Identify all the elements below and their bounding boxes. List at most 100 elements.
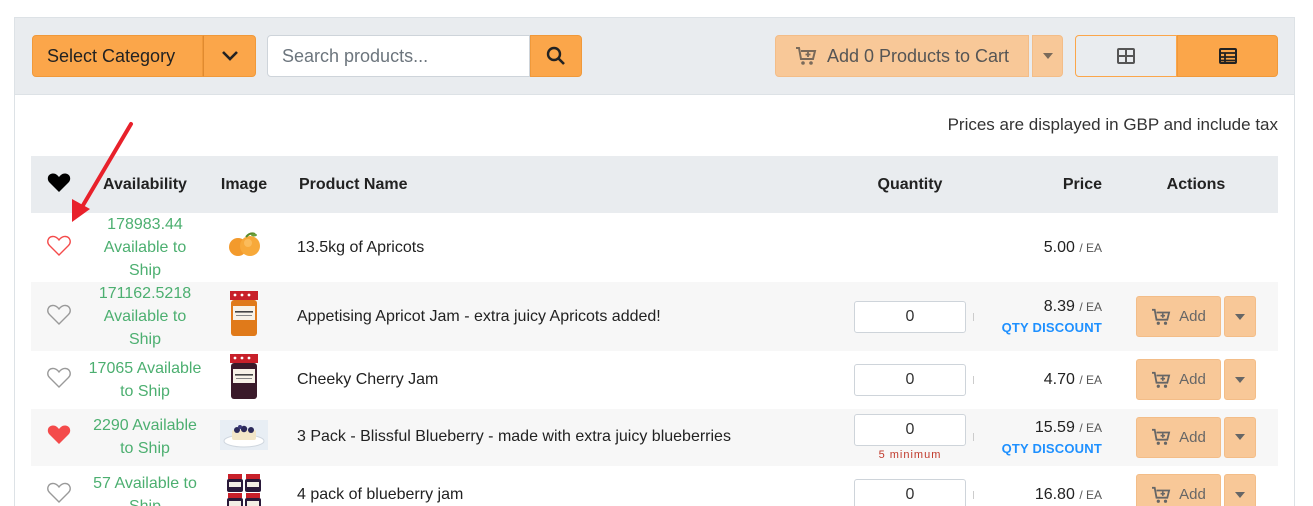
product-name[interactable]: 13.5kg of Apricots (285, 213, 842, 282)
product-name[interactable]: Appetising Apricot Jam - extra juicy Apr… (285, 282, 842, 351)
availability-cell: 178983.44 Available to Ship (87, 213, 203, 282)
add-options-dropdown[interactable] (1224, 359, 1256, 401)
add-products-to-cart-button[interactable]: Add 0 Products to Cart (775, 35, 1029, 77)
price-unit: / EA (1079, 420, 1102, 435)
favorite-toggle[interactable] (31, 408, 87, 466)
caret-down-icon (1042, 53, 1053, 59)
favorite-toggle[interactable] (31, 213, 87, 282)
quantity-input[interactable] (854, 413, 966, 446)
product-image-cell[interactable] (203, 213, 285, 282)
product-image-cell[interactable] (203, 466, 285, 506)
table-row: 57 Available to Ship 4 pack of blueberry j… (31, 466, 1278, 506)
product-image[interactable] (222, 290, 266, 343)
price-value: 16.80 (1034, 485, 1075, 503)
add-to-cart-button[interactable]: Add (1136, 416, 1221, 458)
availability-cell: 2290 Available to Ship (87, 408, 203, 466)
quantity-cell: 5 minimum (842, 408, 978, 466)
favorite-toggle[interactable] (31, 466, 87, 506)
table-header-row: Availability Image Product Name Quantity… (31, 156, 1278, 213)
table-row: 17065 Available to Ship Cheeky Cherry Jam 4… (31, 351, 1278, 409)
availability-text: Ship (128, 331, 162, 348)
caret-down-icon (1235, 376, 1245, 383)
availability-text: Available to Ship (103, 239, 187, 279)
product-image-cell[interactable] (203, 282, 285, 351)
product-image-cell[interactable] (203, 351, 285, 409)
category-dropdown-toggle[interactable] (203, 35, 256, 77)
table-list-icon (1218, 48, 1237, 64)
cart-plus-icon (1152, 486, 1171, 503)
minimum-quantity-note: 5 minimum (878, 448, 942, 461)
availability-text: 2290 Available (93, 417, 197, 435)
product-image[interactable] (222, 353, 266, 406)
quantity-cell (842, 213, 978, 282)
add-to-cart-button[interactable]: Add (1136, 359, 1221, 401)
caret-down-icon (1235, 313, 1245, 320)
add-options-dropdown[interactable] (1224, 416, 1256, 458)
quantity-divider (973, 375, 974, 384)
availability-cell: 57 Available to Ship (87, 466, 203, 506)
heart-outline-icon (47, 235, 71, 256)
search-button[interactable] (530, 35, 582, 77)
product-name-header: Product Name (285, 156, 842, 213)
add-options-dropdown[interactable] (1224, 296, 1256, 337)
product-name[interactable]: Cheeky Cherry Jam (285, 351, 842, 409)
blueberry-dessert-image (220, 419, 268, 450)
quantity-input[interactable] (854, 363, 966, 396)
product-name[interactable]: 3 Pack - Blissful Blueberry - made with … (285, 408, 842, 466)
quantity-header: Quantity (842, 156, 978, 213)
table-row: 178983.44 Available to Ship 13.5kg of Apri… (31, 213, 1278, 282)
apricots-image (229, 232, 260, 256)
heart-outline-icon (47, 482, 71, 503)
availability-text: 17065 Available (88, 359, 202, 377)
quantity-input[interactable] (854, 478, 966, 506)
table-row: 171162.5218 Available to Ship Appetising Ap… (31, 282, 1278, 351)
qty-discount-link[interactable]: QTY DISCOUNT (978, 320, 1102, 335)
product-panel: Select Category Add 0 Products to Cart (14, 17, 1295, 506)
qty-discount-link[interactable]: QTY DISCOUNT (978, 441, 1102, 456)
caret-down-icon (1235, 491, 1245, 498)
grid-view-toggle[interactable] (1075, 35, 1177, 77)
price-note: Prices are displayed in GBP and include … (947, 115, 1278, 134)
cherry-jam-jar-image (230, 354, 258, 400)
add-to-cart-button[interactable]: Add (1136, 474, 1221, 506)
quantity-cell (842, 466, 978, 506)
heart-outline-icon (47, 367, 71, 388)
availability-text: Available to (103, 308, 187, 325)
actions-cell: Add (1114, 408, 1278, 466)
availability-text: to Ship (120, 440, 170, 458)
heart-outline-icon (47, 304, 71, 325)
price-value: 8.39 (1043, 298, 1075, 315)
product-image[interactable] (224, 472, 264, 506)
price-cell: 15.59 / EA QTY DISCOUNT (978, 408, 1114, 466)
add-to-cart-button[interactable]: Add (1136, 296, 1221, 337)
favorite-toggle[interactable] (31, 282, 87, 351)
favorites-header[interactable] (31, 156, 87, 213)
availability-cell: 171162.5218 Available to Ship (87, 282, 203, 351)
price-cell: 5.00 / EA (978, 213, 1114, 282)
list-view-toggle[interactable] (1177, 35, 1278, 77)
availability-text: 178983.44 (107, 216, 183, 233)
favorite-toggle[interactable] (31, 351, 87, 409)
actions-cell (1114, 213, 1278, 282)
price-value: 4.70 (1043, 370, 1075, 388)
product-name[interactable]: 4 pack of blueberry jam (285, 466, 842, 506)
cart-plus-icon (1152, 308, 1171, 325)
actions-cell: Add (1114, 351, 1278, 409)
product-image-cell[interactable] (203, 408, 285, 466)
quantity-divider (973, 312, 974, 321)
search-input[interactable] (267, 35, 530, 77)
quantity-input[interactable] (854, 300, 966, 333)
product-image[interactable] (220, 419, 268, 455)
price-unit: / EA (1079, 240, 1102, 255)
category-select[interactable]: Select Category (32, 35, 203, 77)
product-image[interactable] (224, 230, 264, 265)
price-cell: 8.39 / EA QTY DISCOUNT (978, 282, 1114, 351)
cart-plus-icon (1152, 429, 1171, 446)
add-options-dropdown[interactable] (1224, 474, 1256, 506)
category-select-label: Select Category (47, 46, 176, 66)
price-value: 15.59 (1034, 418, 1075, 436)
add-label: Add (1179, 428, 1206, 446)
price-cell: 16.80 / EA (978, 466, 1114, 506)
cart-options-dropdown[interactable] (1032, 35, 1063, 77)
price-unit: / EA (1079, 300, 1102, 314)
